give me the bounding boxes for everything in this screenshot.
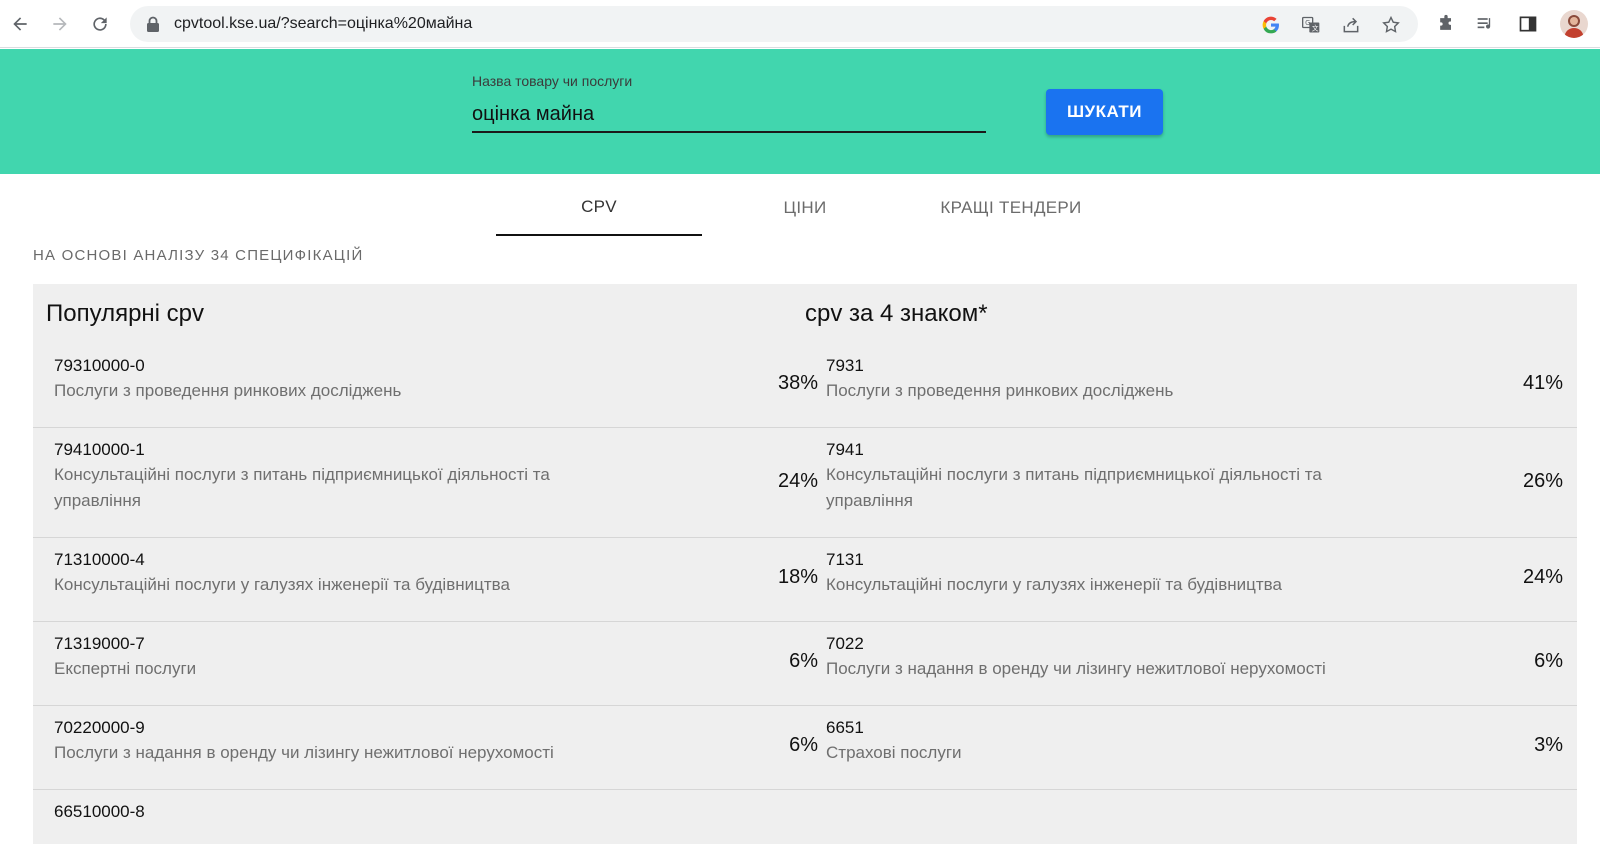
tab-prices[interactable]: ЦІНИ bbox=[702, 180, 908, 236]
browser-toolbar: cpvtool.kse.ua/?search=оцінка%20майна G文 bbox=[0, 0, 1600, 48]
cpv4-description: Консультаційні послуги з питань підприєм… bbox=[826, 465, 1322, 510]
side-panel-icon[interactable] bbox=[1516, 12, 1540, 36]
extensions-puzzle-icon[interactable] bbox=[1434, 12, 1458, 36]
cpv4-percent: 24% bbox=[1522, 566, 1563, 588]
cpv-description: Консультаційні послуги у галузях інженер… bbox=[54, 575, 510, 594]
cpv4-code: 6651 bbox=[826, 718, 864, 737]
cpv4-percent: 3% bbox=[1534, 734, 1563, 756]
cpv-code: 79310000-0 bbox=[54, 356, 145, 375]
table-row: 70220000-9 Послуги з надання в оренду чи… bbox=[33, 705, 1577, 789]
tab-bar: CPV ЦІНИ КРАЩІ ТЕНДЕРИ bbox=[496, 180, 1116, 236]
cpv4-description: Консультаційні послуги у галузях інженер… bbox=[826, 575, 1282, 594]
cpv4-code: 7931 bbox=[826, 356, 864, 375]
four-digit-cpv-title: cpv за 4 знаком* bbox=[805, 300, 988, 327]
cpv-code: 71310000-4 bbox=[54, 550, 145, 569]
arrow-left-icon bbox=[13, 17, 27, 31]
table-row: 79310000-0 Послуги з проведення ринкових… bbox=[33, 344, 1577, 427]
arrow-right-icon bbox=[53, 17, 67, 31]
address-bar[interactable]: cpvtool.kse.ua/?search=оцінка%20майна G文 bbox=[130, 6, 1418, 42]
cpv4-percent: 41% bbox=[1522, 372, 1563, 394]
url-text: cpvtool.kse.ua/?search=оцінка%20майна bbox=[174, 15, 473, 32]
tab-best-tenders[interactable]: КРАЩІ ТЕНДЕРИ bbox=[908, 180, 1114, 236]
cpv-code: 71319000-7 bbox=[54, 634, 145, 653]
bookmark-star-icon[interactable] bbox=[1380, 14, 1402, 36]
svg-text:G: G bbox=[1305, 19, 1310, 27]
search-label: Назва товару чи послуги bbox=[472, 73, 633, 89]
table-row: 79410000-1 Консультаційні послуги з пита… bbox=[33, 427, 1577, 537]
cpv-percent: 6% bbox=[789, 734, 818, 756]
search-input[interactable] bbox=[472, 97, 986, 133]
cpv-percent: 6% bbox=[789, 650, 818, 672]
translate-icon[interactable]: G文 bbox=[1300, 14, 1322, 36]
reload-button[interactable] bbox=[86, 10, 114, 38]
cpv4-percent: 6% bbox=[1534, 650, 1563, 672]
search-header: Назва товару чи послуги ШУКАТИ bbox=[0, 49, 1600, 174]
tab-cpv[interactable]: CPV bbox=[496, 180, 702, 236]
cpv-percent: 24% bbox=[777, 470, 818, 492]
table-row: 66510000-8 bbox=[33, 789, 1577, 844]
results-panel: Популярні cpv cpv за 4 знаком* 79310000-… bbox=[33, 284, 1577, 844]
profile-avatar[interactable] bbox=[1560, 10, 1588, 38]
cpv-description: Послуги з проведення ринкових досліджень bbox=[54, 381, 402, 400]
cpv4-percent: 26% bbox=[1522, 470, 1563, 492]
cpv-description: Консультаційні послуги з питань підприєм… bbox=[54, 465, 550, 510]
search-button[interactable]: ШУКАТИ bbox=[1046, 89, 1163, 135]
popular-cpv-title: Популярні cpv bbox=[46, 300, 205, 327]
cpv4-description: Послуги з надання в оренду чи лізингу не… bbox=[826, 659, 1326, 678]
cpv-percent: 38% bbox=[777, 372, 818, 394]
media-queue-icon[interactable] bbox=[1474, 12, 1498, 36]
back-button[interactable] bbox=[6, 10, 34, 38]
cpv4-code: 7941 bbox=[826, 440, 864, 459]
cpv4-code: 7022 bbox=[826, 634, 864, 653]
cpv-code: 66510000-8 bbox=[54, 802, 145, 821]
cpv-code: 70220000-9 bbox=[54, 718, 145, 737]
forward-button[interactable] bbox=[46, 10, 74, 38]
cpv-description: Експертні послуги bbox=[54, 659, 197, 678]
table-row: 71319000-7 Експертні послуги 6% 7022 Пос… bbox=[33, 621, 1577, 705]
cpv4-code: 7131 bbox=[826, 550, 864, 569]
cpv-code: 79410000-1 bbox=[54, 440, 145, 459]
table-row: 71310000-4 Консультаційні послуги у галу… bbox=[33, 537, 1577, 621]
reload-icon bbox=[93, 17, 107, 31]
lock-icon bbox=[147, 16, 159, 32]
svg-text:文: 文 bbox=[1312, 23, 1319, 32]
share-icon[interactable] bbox=[1340, 14, 1362, 36]
search-field: Назва товару чи послуги bbox=[472, 73, 986, 135]
cpv4-description: Послуги з проведення ринкових досліджень bbox=[826, 381, 1174, 400]
google-icon[interactable] bbox=[1260, 14, 1282, 36]
cpv4-description: Страхові послуги bbox=[826, 743, 962, 762]
cpv-description: Послуги з надання в оренду чи лізингу не… bbox=[54, 743, 554, 762]
cpv-percent: 18% bbox=[777, 566, 818, 588]
analysis-note: НА ОСНОВІ АНАЛІЗУ 34 СПЕЦИФІКАЦІЙ bbox=[33, 247, 364, 264]
